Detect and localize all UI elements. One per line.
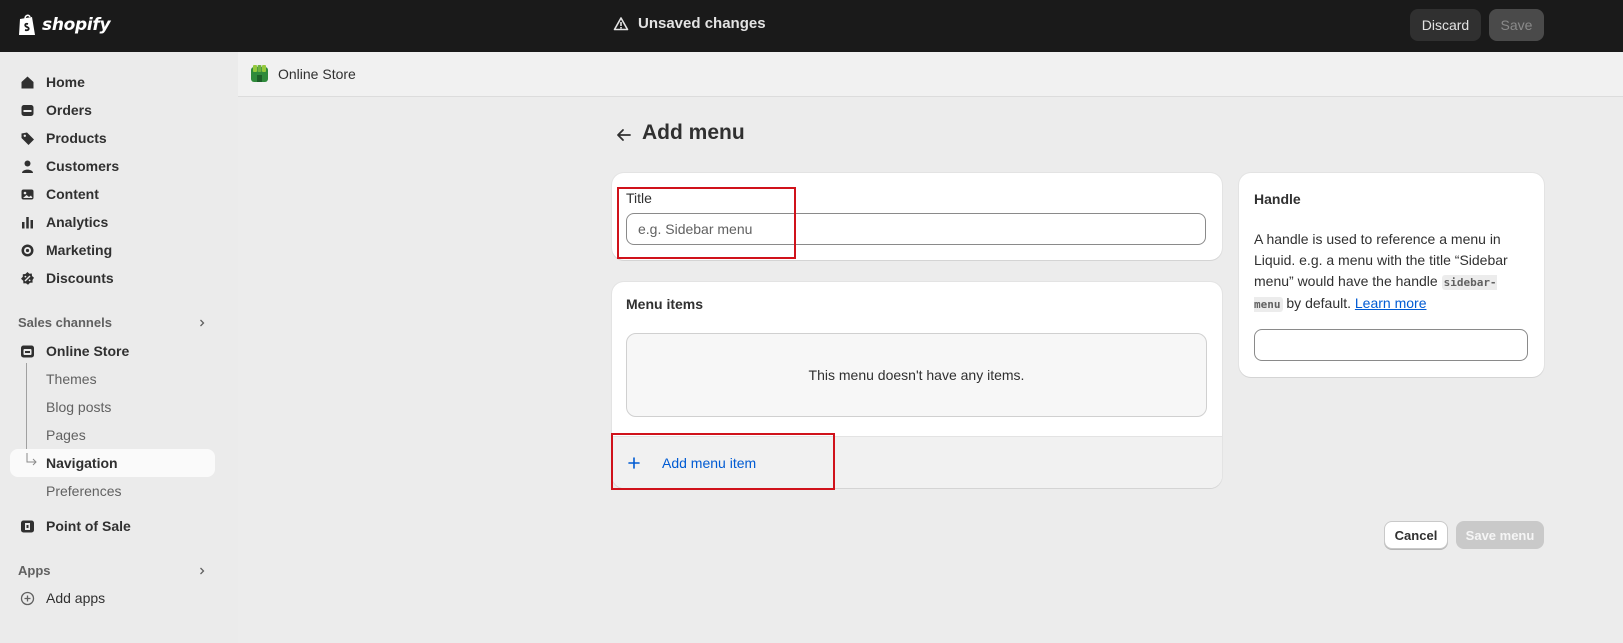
title-input[interactable] [626, 213, 1206, 245]
menu-items-card: Menu items This menu doesn't have any it… [612, 282, 1222, 488]
empty-menu-text: This menu doesn't have any items. [808, 367, 1025, 383]
sidebar-item-home[interactable]: Home [10, 68, 215, 96]
empty-menu-state: This menu doesn't have any items. [626, 333, 1207, 417]
shopify-bag-icon [19, 14, 35, 35]
person-icon [22, 160, 33, 173]
sidebar-item-label: Analytics [46, 214, 109, 230]
add-menu-item-label: Add menu item [662, 455, 757, 471]
learn-more-link[interactable]: Learn more [1355, 295, 1427, 311]
shopify-logo[interactable]: shopify [17, 13, 111, 37]
sidebar-item-marketing[interactable]: Marketing [10, 236, 215, 264]
sidebar-item-label: Blog posts [46, 399, 112, 415]
sidebar-item-customers[interactable]: Customers [10, 152, 215, 180]
sidebar: Home Orders Products Customers Content A… [0, 52, 238, 643]
point-of-sale-icon [21, 520, 34, 533]
sidebar-item-label: Content [46, 186, 99, 202]
handle-input[interactable] [1254, 329, 1528, 361]
handle-description: A handle is used to reference a menu in … [1254, 229, 1519, 315]
sidebar-item-label: Navigation [46, 455, 118, 471]
sales-channels-heading: Sales channels [18, 315, 112, 330]
sidebar-item-analytics[interactable]: Analytics [10, 208, 215, 236]
sidebar-item-label: Marketing [46, 242, 113, 258]
warning-icon [613, 16, 629, 30]
title-label: Title [626, 190, 652, 206]
unsaved-changes-text: Unsaved changes [638, 15, 766, 32]
sidebar-item-content[interactable]: Content [10, 180, 215, 208]
sidebar-item-label: Products [46, 130, 107, 146]
discount-icon [21, 272, 34, 285]
sidebar-item-pages[interactable]: Pages [10, 421, 215, 449]
chevron-right-icon[interactable] [197, 318, 207, 328]
discard-button[interactable]: Discard [1410, 9, 1481, 41]
sidebar-item-themes[interactable]: Themes [10, 365, 215, 393]
sidebar-item-label: Discounts [46, 270, 114, 286]
sidebar-item-label: Orders [46, 102, 92, 118]
sidebar-item-orders[interactable]: Orders [10, 96, 215, 124]
save-menu-button[interactable]: Save menu [1456, 521, 1544, 549]
page-title: Add menu [642, 121, 745, 144]
handle-description-suffix: by default. [1286, 295, 1351, 311]
sidebar-item-label: Home [46, 74, 85, 90]
handle-card: Handle A handle is used to reference a m… [1239, 173, 1544, 377]
breadcrumb-online-store[interactable]: Online Store [278, 66, 356, 82]
cancel-button[interactable]: Cancel [1384, 521, 1448, 549]
tag-icon [21, 132, 34, 145]
add-menu-item-button[interactable]: Add menu item [612, 436, 1222, 488]
sidebar-item-blog-posts[interactable]: Blog posts [10, 393, 215, 421]
sidebar-item-label: Online Store [46, 343, 130, 359]
add-circle-icon [20, 591, 35, 606]
handle-heading: Handle [1254, 191, 1301, 207]
sidebar-item-label: Customers [46, 158, 120, 174]
orders-icon [21, 105, 34, 116]
sidebar-item-point-of-sale[interactable]: Point of Sale [10, 512, 215, 540]
bar-chart-icon [22, 217, 33, 229]
sidebar-item-online-store[interactable]: Online Store [10, 337, 215, 365]
store-icon [21, 345, 34, 358]
save-button[interactable]: Save [1489, 9, 1544, 41]
sidebar-item-navigation[interactable]: Navigation [10, 449, 215, 477]
apps-heading: Apps [18, 563, 51, 578]
home-icon [21, 76, 34, 89]
sidebar-item-label: Pages [46, 427, 86, 443]
chevron-right-icon[interactable] [197, 566, 207, 576]
target-icon [21, 244, 34, 257]
back-arrow-icon[interactable] [615, 126, 633, 144]
sidebar-item-label: Preferences [46, 483, 122, 499]
title-card: Title [612, 173, 1222, 260]
sidebar-item-preferences[interactable]: Preferences [10, 477, 215, 505]
top-bar: shopify Unsaved changes Discard Save [0, 0, 1623, 52]
plus-icon [628, 457, 640, 469]
unsaved-changes-status: Unsaved changes [613, 15, 766, 32]
page-header-bar: Online Store [238, 52, 1623, 97]
sidebar-item-label: Add apps [46, 590, 106, 606]
content-icon [21, 189, 34, 200]
logo-text: shopify [42, 15, 111, 35]
sidebar-item-discounts[interactable]: Discounts [10, 264, 215, 292]
tree-branch-icon [26, 453, 37, 466]
online-store-icon [251, 65, 268, 82]
sidebar-item-label: Themes [46, 371, 97, 387]
sidebar-item-add-apps[interactable]: Add apps [10, 584, 215, 612]
sidebar-item-products[interactable]: Products [10, 124, 215, 152]
menu-items-heading: Menu items [626, 296, 704, 312]
sidebar-item-label: Point of Sale [46, 518, 131, 534]
